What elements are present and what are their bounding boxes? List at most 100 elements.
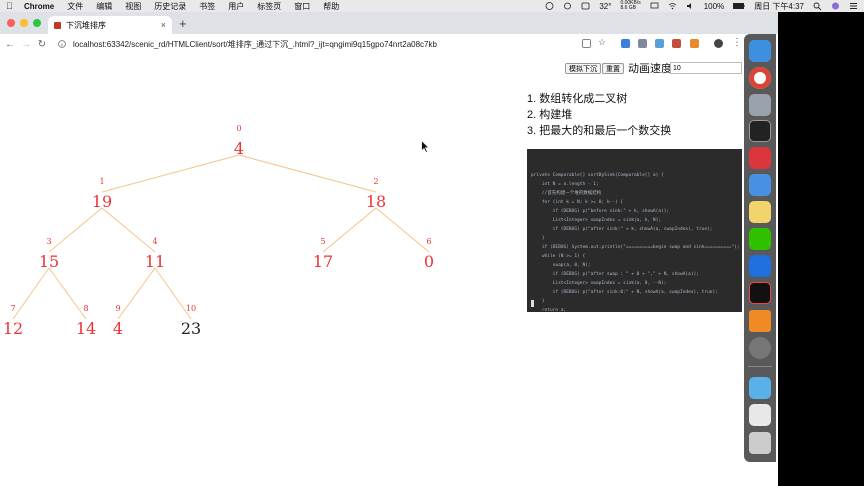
forward-arrow-icon[interactable]: → <box>20 39 32 50</box>
sync-icon[interactable] <box>563 2 572 10</box>
launchpad-icon[interactable] <box>749 94 771 116</box>
document-stack-icon[interactable] <box>749 404 771 426</box>
menu-history[interactable]: 历史记录 <box>154 1 186 12</box>
extension-2-icon[interactable] <box>638 39 647 48</box>
tree-node-index: 7 <box>10 304 15 313</box>
timer-icon[interactable] <box>581 2 590 10</box>
menu-app-name[interactable]: Chrome <box>24 2 54 11</box>
tree-node-index: 5 <box>320 237 325 246</box>
code-line: for (int k = N; k >= 0; k--) { <box>531 200 624 205</box>
mouse-pointer-icon <box>421 140 430 153</box>
wps-icon[interactable] <box>749 255 771 277</box>
volume-icon[interactable] <box>686 2 695 10</box>
chrome-icon[interactable] <box>749 67 771 89</box>
code-line: while (N >= 1) { <box>531 254 586 259</box>
extension-4-icon[interactable] <box>672 39 681 48</box>
wifi-icon[interactable] <box>668 2 677 10</box>
extension-1-icon[interactable] <box>621 39 630 48</box>
menu-tab[interactable]: 标签页 <box>257 1 281 12</box>
bookmark-star-icon[interactable]: ☆ <box>598 37 606 47</box>
tree-edge <box>101 207 156 253</box>
bluetooth-icon[interactable] <box>545 2 554 10</box>
tree-node-index: 9 <box>115 304 120 313</box>
back-arrow-icon[interactable]: ← <box>4 39 16 50</box>
pen-app-icon[interactable] <box>749 174 771 196</box>
speed-label: 动画速度 <box>628 63 672 75</box>
code-line: if (DEBUG) p("before sink:" + k, showA(a… <box>531 209 670 214</box>
intellij-idea-icon[interactable] <box>749 282 771 304</box>
menu-people[interactable]: 用户 <box>228 1 244 12</box>
terminal-icon[interactable] <box>749 120 771 142</box>
menu-edit[interactable]: 编辑 <box>96 1 112 12</box>
tree-edge <box>101 154 240 193</box>
tree-edge <box>12 267 50 320</box>
profile-avatar[interactable] <box>714 39 723 48</box>
minimize-window-button[interactable] <box>20 19 28 27</box>
reload-icon[interactable]: ↻ <box>36 39 48 50</box>
menu-file[interactable]: 文件 <box>67 1 83 12</box>
trash-icon[interactable] <box>749 432 771 454</box>
tree-edge <box>375 207 430 253</box>
tree-node-index: 4 <box>152 237 157 246</box>
page-content: 0 4 1 19 2 18 3 15 4 11 5 17 6 0 7 12 8 14 9 4 10 23 模拟下沉 重置 … <box>0 54 778 486</box>
extension-5-icon[interactable] <box>690 39 699 48</box>
extension-3-icon[interactable] <box>655 39 664 48</box>
code-line: } <box>531 236 545 241</box>
code-line: swap(a, 0, N); <box>531 263 591 268</box>
url-text: localhost:63342/scenic_rd/HTMLClient/sor… <box>73 39 437 49</box>
tree-edge <box>117 267 156 320</box>
code-line: if (DEBUG) p("after swap : " + 0 + "," +… <box>531 272 699 277</box>
translate-icon[interactable] <box>582 39 591 48</box>
code-line: } <box>531 299 545 304</box>
apple-icon[interactable]:  <box>6 1 16 11</box>
speed-input[interactable] <box>670 62 742 74</box>
code-line: return a; <box>531 308 567 312</box>
address-bar[interactable]: localhost:63342/scenic_rd/HTMLClient/sor… <box>58 37 738 51</box>
downloads-folder-icon[interactable] <box>749 377 771 399</box>
browser-toolbar: ← → ↻ localhost:63342/scenic_rd/HTMLClie… <box>0 34 778 55</box>
menu-clock[interactable]: 周日 下午4:37 <box>754 1 804 12</box>
window-controls <box>7 19 41 27</box>
tree-node-index: 10 <box>186 304 196 313</box>
siri-icon[interactable] <box>831 2 840 10</box>
new-tab-button[interactable]: + <box>179 16 187 31</box>
menu-view[interactable]: 视图 <box>125 1 141 12</box>
tree-node-index: 6 <box>426 237 431 246</box>
step-2: 2. 构建堆 <box>527 109 573 121</box>
binary-tree: 0 4 1 19 2 18 3 15 4 11 5 17 6 0 7 12 8 14 9 4 10 23 <box>3 124 434 338</box>
reset-button[interactable]: 重置 <box>602 63 624 74</box>
menu-bookmarks[interactable]: 书签 <box>199 1 215 12</box>
more-menu-icon[interactable]: ⋮ <box>732 37 742 48</box>
maximize-window-button[interactable] <box>33 19 41 27</box>
screen-icon[interactable] <box>650 2 659 10</box>
tree-node-value: 18 <box>366 192 386 211</box>
step-3: 3. 把最大的和最后一个数交换 <box>527 125 672 137</box>
youdao-dict-icon[interactable] <box>749 147 771 169</box>
simulate-sink-button[interactable]: 模拟下沉 <box>565 63 601 74</box>
active-tab[interactable]: 下沉堆排序 × <box>48 16 172 34</box>
tree-node-value: 11 <box>145 252 165 271</box>
stickies-icon[interactable] <box>749 201 771 223</box>
close-tab-icon[interactable]: × <box>161 20 166 30</box>
tree-node-value: 19 <box>92 192 112 211</box>
code-line: List<Integer> swapIndex = sink(a, 0, --N… <box>531 281 667 286</box>
browser-window: 下沉堆排序 × + ← → ↻ localhost:63342/scenic_r… <box>0 12 778 486</box>
tree-edges <box>12 154 430 320</box>
notification-center-icon[interactable] <box>849 2 858 10</box>
code-line: if (DEBUG) System.out.println("=========… <box>531 245 740 250</box>
finder-icon[interactable] <box>749 40 771 62</box>
system-preferences-icon[interactable] <box>749 337 771 359</box>
menu-help[interactable]: 帮助 <box>323 1 339 12</box>
battery-icon[interactable] <box>733 2 745 10</box>
tree-node-index: 3 <box>46 237 51 246</box>
close-window-button[interactable] <box>7 19 15 27</box>
wechat-icon[interactable] <box>749 228 771 250</box>
steps-list: 1. 数组转化成二叉树 2. 构建堆 3. 把最大的和最后一个数交换 <box>527 91 671 139</box>
code-line: if (DEBUG) p("after sink:0:" + N, showA(… <box>531 290 718 295</box>
menu-window[interactable]: 窗口 <box>294 1 310 12</box>
info-icon[interactable] <box>58 40 66 48</box>
tree-node-value: 4 <box>113 319 123 338</box>
spotlight-icon[interactable] <box>813 2 822 10</box>
dock-divider <box>748 366 772 367</box>
vlc-icon[interactable] <box>749 310 771 332</box>
